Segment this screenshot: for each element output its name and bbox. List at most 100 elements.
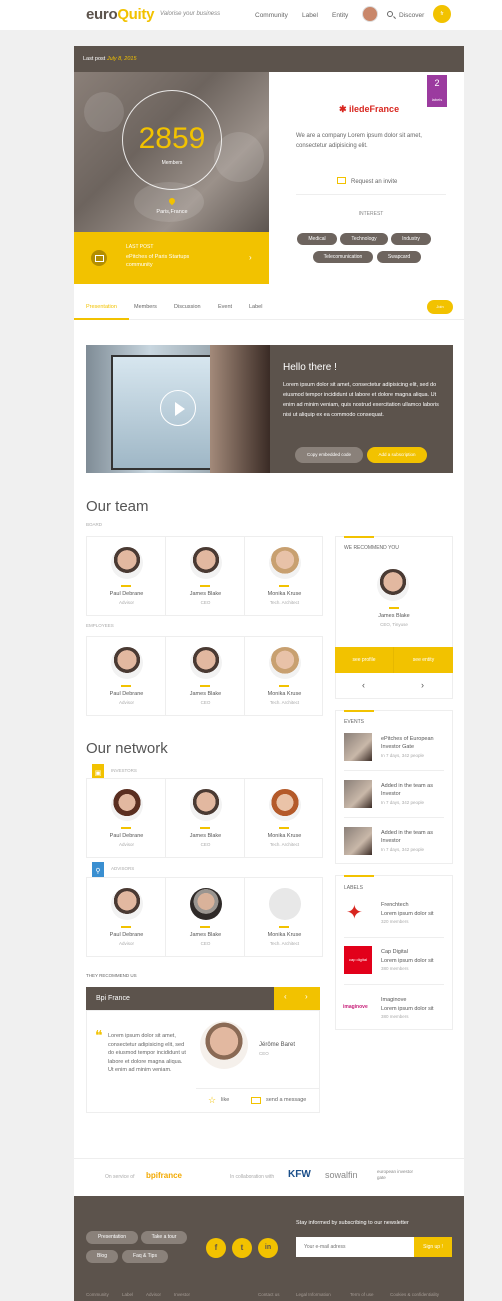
newsletter-signup-button[interactable]: Sign up ! — [414, 1237, 452, 1257]
person-name: James Blake — [189, 591, 222, 597]
linkedin-icon[interactable]: in — [258, 1238, 278, 1258]
top-navbar — [0, 0, 502, 30]
nav-discover[interactable]: Discover — [399, 12, 424, 19]
event-thumbnail[interactable] — [344, 780, 372, 808]
person-card[interactable]: James Blake CEO — [166, 637, 245, 715]
search-icon[interactable] — [387, 11, 393, 17]
tab-label[interactable]: Label — [249, 304, 262, 310]
footer-link[interactable]: Advisor — [146, 1292, 161, 1297]
hello-title: Hello there ! — [283, 362, 337, 373]
chevron-left-icon[interactable]: ‹ — [284, 992, 287, 1001]
footer-link[interactable]: Term of use — [350, 1292, 374, 1297]
person-card[interactable]: Paul Debrane Advisor — [87, 878, 166, 956]
facebook-icon[interactable]: f — [206, 1238, 226, 1258]
investors-grid: Paul Debrane Advisor James Blake CEO Monik… — [86, 778, 323, 858]
person-card[interactable]: Monika Kruse Tech. Architect — [245, 537, 324, 615]
label-name[interactable]: Imaginove — [381, 996, 451, 1004]
chevron-right-icon[interactable]: › — [421, 680, 424, 690]
chevron-right-icon[interactable]: › — [249, 253, 252, 262]
star-icon[interactable]: ☆ — [208, 1095, 216, 1106]
tab-event[interactable]: Event — [218, 304, 232, 310]
footer-blog-link[interactable]: Blog — [86, 1250, 118, 1263]
labels-badge[interactable]: 2 labels — [427, 75, 447, 107]
event-thumbnail[interactable] — [344, 827, 372, 855]
frenchtech-rooster-icon: ✦ — [346, 902, 363, 924]
footer-tour-link[interactable]: Take a tour — [141, 1231, 187, 1244]
active-tab-underline — [74, 318, 129, 320]
message-icon — [251, 1097, 261, 1104]
person-card[interactable]: James Blake CEO — [166, 537, 245, 615]
see-profile-button[interactable]: see profile — [335, 647, 394, 673]
envelope-icon — [337, 177, 346, 184]
footer-link[interactable]: Legal Information — [296, 1292, 331, 1297]
add-subscription-button[interactable]: Add a subscription — [367, 447, 427, 463]
user-avatar[interactable] — [362, 6, 378, 22]
person-name: Monika Kruse — [267, 591, 302, 597]
tab-discussion[interactable]: Discussion — [174, 304, 201, 310]
language-button[interactable]: fr — [433, 5, 451, 23]
person-avatar — [269, 789, 301, 821]
footer-faq-link[interactable]: Faq & Tips — [122, 1250, 168, 1263]
footer-link[interactable]: Community — [86, 1292, 109, 1297]
twitter-icon[interactable]: t — [232, 1238, 252, 1258]
last-post-text: ePitches of Paris Startups community — [126, 254, 190, 268]
person-card[interactable]: Monika Kruse Tech. Architect — [245, 637, 324, 715]
person-card[interactable]: Monika Kruse Tech. Architect — [245, 878, 324, 956]
join-button[interactable]: Join — [427, 300, 453, 314]
monitor-icon — [91, 250, 107, 266]
recommend-us-title: THEY RECOMMEND US — [86, 973, 137, 978]
send-message-button[interactable]: send a message — [266, 1097, 306, 1103]
location-text: Paris,France — [156, 209, 188, 215]
interest-pill[interactable]: Technology — [340, 233, 388, 245]
members-count: 2859 — [138, 122, 206, 155]
event-thumbnail[interactable] — [344, 733, 372, 761]
key-icon: ⚲ — [95, 868, 101, 875]
interest-pill[interactable]: Industry — [391, 233, 431, 245]
investors-label: INVESTORS — [111, 768, 137, 773]
copy-embed-button[interactable]: Copy embedded code — [295, 447, 363, 463]
about-text: We are a company Lorem ipsum dolor sit a… — [296, 133, 422, 149]
request-invite-link[interactable]: Request an invite — [351, 179, 397, 185]
person-card[interactable]: James Blake CEO — [166, 779, 245, 857]
interest-pill[interactable]: Swapcard — [377, 251, 421, 263]
chevron-left-icon[interactable]: ‹ — [362, 680, 365, 690]
event-title[interactable]: Added in the team as Investor — [381, 829, 451, 845]
event-title[interactable]: Added in the team as Investor — [381, 782, 451, 798]
last-post-date: July 8, 2015 — [106, 56, 137, 62]
euroquity-logo[interactable]: euroQuity — [86, 6, 154, 23]
tab-presentation[interactable]: Presentation — [86, 304, 117, 310]
label-members: 320 members — [381, 919, 409, 924]
see-entity-button[interactable]: see entity — [394, 647, 453, 673]
footer-link[interactable]: Investor — [174, 1292, 190, 1297]
event-title[interactable]: ePitches of European Investor Gate — [381, 735, 451, 751]
person-avatar — [269, 547, 301, 579]
person-card[interactable]: Monika Kruse Tech. Architect — [245, 779, 324, 857]
person-role: Tech. Architect — [269, 842, 300, 847]
person-card[interactable]: James Blake CEO — [166, 878, 245, 956]
person-card[interactable]: Paul Debrane Advisor — [87, 537, 166, 615]
person-role: Tech. Architect — [269, 700, 300, 705]
person-name: Monika Kruse — [267, 932, 302, 938]
brand-logo: ✱ iledeFrance — [339, 104, 399, 115]
tab-members[interactable]: Members — [134, 304, 157, 310]
label-name[interactable]: Frenchtech — [381, 901, 451, 909]
like-button[interactable]: like — [221, 1097, 229, 1103]
footer-link[interactable]: Label — [122, 1292, 133, 1297]
nav-label[interactable]: Label — [302, 12, 318, 19]
label-name[interactable]: Cap Digital — [381, 948, 451, 956]
newsletter-email-input[interactable] — [296, 1237, 414, 1257]
footer-link[interactable]: Contact us — [258, 1292, 280, 1297]
brand-star-icon: ✱ — [339, 104, 350, 114]
footer-link[interactable]: Cookies & confidentiality — [390, 1292, 439, 1297]
nav-community[interactable]: Community — [255, 12, 288, 19]
footer-presentation-link[interactable]: Presentation — [86, 1231, 138, 1244]
sowalfin-logo: sowalfin — [325, 1170, 358, 1180]
chevron-right-icon[interactable]: › — [305, 992, 308, 1001]
person-card[interactable]: Paul Debrane Advisor — [87, 779, 166, 857]
interest-pill[interactable]: Medical — [297, 233, 337, 245]
nav-entity[interactable]: Entity — [332, 12, 348, 19]
person-card[interactable]: Paul Debrane Advisor — [87, 637, 166, 715]
advisors-label: ADVISORS — [111, 866, 135, 871]
play-icon[interactable] — [160, 390, 196, 426]
interest-pill[interactable]: Telecomunication — [313, 251, 373, 263]
